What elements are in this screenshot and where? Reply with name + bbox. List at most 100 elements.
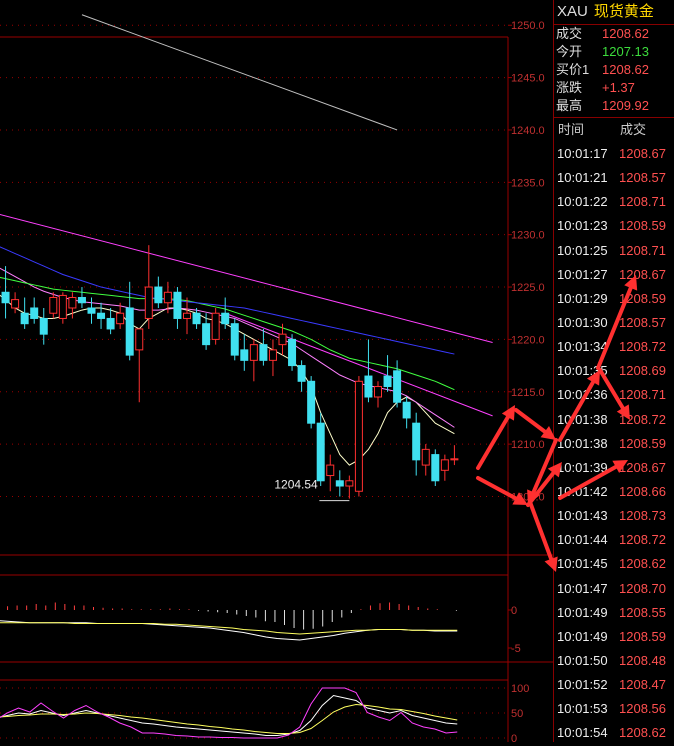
tick-time: 10:01:44: [557, 532, 608, 548]
tick-time: 10:01:22: [557, 194, 608, 210]
table-row[interactable]: 10:01:44 1208.72: [554, 528, 674, 552]
candle-body: [116, 312, 125, 325]
candle-body: [316, 422, 325, 482]
y-tick-label: 50: [511, 708, 523, 720]
kdj-d-line: [0, 703, 458, 734]
table-row[interactable]: 10:01:34 1208.72: [554, 335, 674, 359]
table-row[interactable]: 10:01:23 1208.59: [554, 214, 674, 238]
table-row[interactable]: 10:01:43 1208.73: [554, 504, 674, 528]
tick-price: 1208.72: [619, 411, 666, 427]
tick-time: 10:01:25: [557, 242, 608, 258]
table-row[interactable]: 10:01:35 1208.69: [554, 359, 674, 383]
tick-time: 10:01:53: [557, 701, 608, 717]
candle-body: [58, 294, 67, 319]
candle-body: [450, 458, 459, 461]
quote-panel: XAU 现货黄金 成交 1208.62 今开 1207.13 买价1 1208.62 涨跌 +1…: [553, 0, 674, 742]
y-tick-label: 0: [511, 605, 517, 617]
candle-body: [354, 380, 363, 492]
tick-table[interactable]: 10:01:17 1208.67 10:01:21 1208.57 10:01:22 12…: [554, 142, 674, 746]
tick-price: 1208.55: [619, 604, 666, 620]
candle-body: [125, 307, 134, 356]
tick-price: 1208.73: [619, 508, 666, 524]
candle-body: [163, 291, 172, 304]
candle-body: [364, 375, 373, 398]
quote-label: 今开: [556, 44, 583, 59]
table-row[interactable]: 10:01:42 1208.66: [554, 480, 674, 504]
table-row[interactable]: 10:01:49 1208.55: [554, 601, 674, 625]
low-label: 1204.54: [274, 478, 318, 492]
quote-row: 涨跌 +1.37: [554, 79, 674, 97]
tick-price: 1208.56: [619, 701, 666, 717]
tick-price: 1208.59: [619, 435, 666, 451]
candle-body: [326, 464, 335, 477]
candle-body: [144, 286, 153, 319]
candle-body: [49, 297, 58, 314]
candle-body: [307, 380, 316, 424]
quote-value: 1208.62: [602, 26, 649, 41]
candle-body: [412, 422, 421, 461]
tick-price: 1208.66: [619, 483, 666, 499]
table-row[interactable]: 10:01:52 1208.47: [554, 673, 674, 697]
table-row[interactable]: 10:01:27 1208.67: [554, 263, 674, 287]
y-tick-label: 1225.0: [511, 282, 545, 294]
tick-time: 10:01:23: [557, 218, 608, 234]
candle-body: [221, 312, 230, 325]
tick-price: 1208.57: [619, 314, 666, 330]
quote-row: 成交 1208.62: [554, 25, 674, 43]
table-row[interactable]: 10:01:30 1208.57: [554, 311, 674, 335]
table-row[interactable]: 10:01:39 1208.67: [554, 456, 674, 480]
tick-time: 10:01:49: [557, 604, 608, 620]
ma-line: [0, 246, 455, 355]
candle-body: [402, 401, 411, 419]
quote-row: 买价1 1208.62: [554, 61, 674, 79]
tick-price: 1208.48: [619, 652, 666, 668]
candle-body: [97, 312, 106, 319]
table-row[interactable]: 10:01:38 1208.72: [554, 408, 674, 432]
kline-chart[interactable]: 1250.0 1245.0 1240.0 1235.0 1230.0 1225.0 1220…: [0, 0, 553, 742]
y-tick-label: 1220.0: [511, 334, 545, 346]
trend-line: [0, 213, 493, 344]
candle-body: [135, 328, 144, 351]
candle-body: [77, 297, 86, 304]
tick-time: 10:01:35: [557, 363, 608, 379]
quote-value: 1207.13: [602, 44, 649, 59]
tick-price: 1208.69: [619, 363, 666, 379]
y-tick-label: 0: [511, 733, 517, 742]
candle-body: [39, 317, 48, 335]
y-tick-label: 1235.0: [511, 177, 545, 189]
y-tick-label: 1250.0: [511, 20, 545, 32]
candle-body: [421, 448, 430, 466]
tick-time: 10:01:38: [557, 411, 608, 427]
tick-time: 10:01:52: [557, 677, 608, 693]
tick-price: 1208.71: [619, 387, 666, 403]
table-row[interactable]: 10:01:22 1208.71: [554, 190, 674, 214]
candle-body: [431, 454, 440, 482]
table-row[interactable]: 10:01:38 1208.59: [554, 432, 674, 456]
candle-body: [249, 344, 258, 361]
table-row[interactable]: 10:01:29 1208.59: [554, 287, 674, 311]
table-row[interactable]: 10:01:21 1208.57: [554, 166, 674, 190]
table-row[interactable]: 10:01:53 1208.56: [554, 697, 674, 721]
candle-body: [20, 312, 29, 325]
macd-dea-line: [0, 622, 458, 635]
y-tick-label: 100: [511, 683, 529, 695]
candle-body: [393, 370, 402, 403]
table-row[interactable]: 10:01:25 1208.71: [554, 239, 674, 263]
symbol-name: 现货黄金: [593, 3, 654, 20]
tick-time: 10:01:17: [557, 146, 608, 161]
table-row[interactable]: 10:01:17 1208.67: [554, 142, 674, 166]
tick-price: 1208.72: [619, 339, 666, 355]
tick-time: 10:01:42: [557, 483, 608, 499]
tick-time: 10:01:43: [557, 508, 608, 524]
table-row[interactable]: 10:01:36 1208.71: [554, 383, 674, 407]
tick-price: 1208.62: [619, 556, 666, 572]
tick-price: 1208.59: [619, 218, 666, 234]
table-row[interactable]: 10:01:50 1208.48: [554, 649, 674, 673]
candle-body: [374, 386, 382, 398]
table-row[interactable]: 10:01:49 1208.59: [554, 625, 674, 649]
table-row[interactable]: 10:01:47 1208.70: [554, 577, 674, 601]
table-row[interactable]: 10:01:45 1208.62: [554, 552, 674, 576]
symbol-code: XAU: [557, 3, 588, 20]
quote-row: 今开 1207.13: [554, 43, 674, 61]
candle-body: [259, 344, 268, 361]
